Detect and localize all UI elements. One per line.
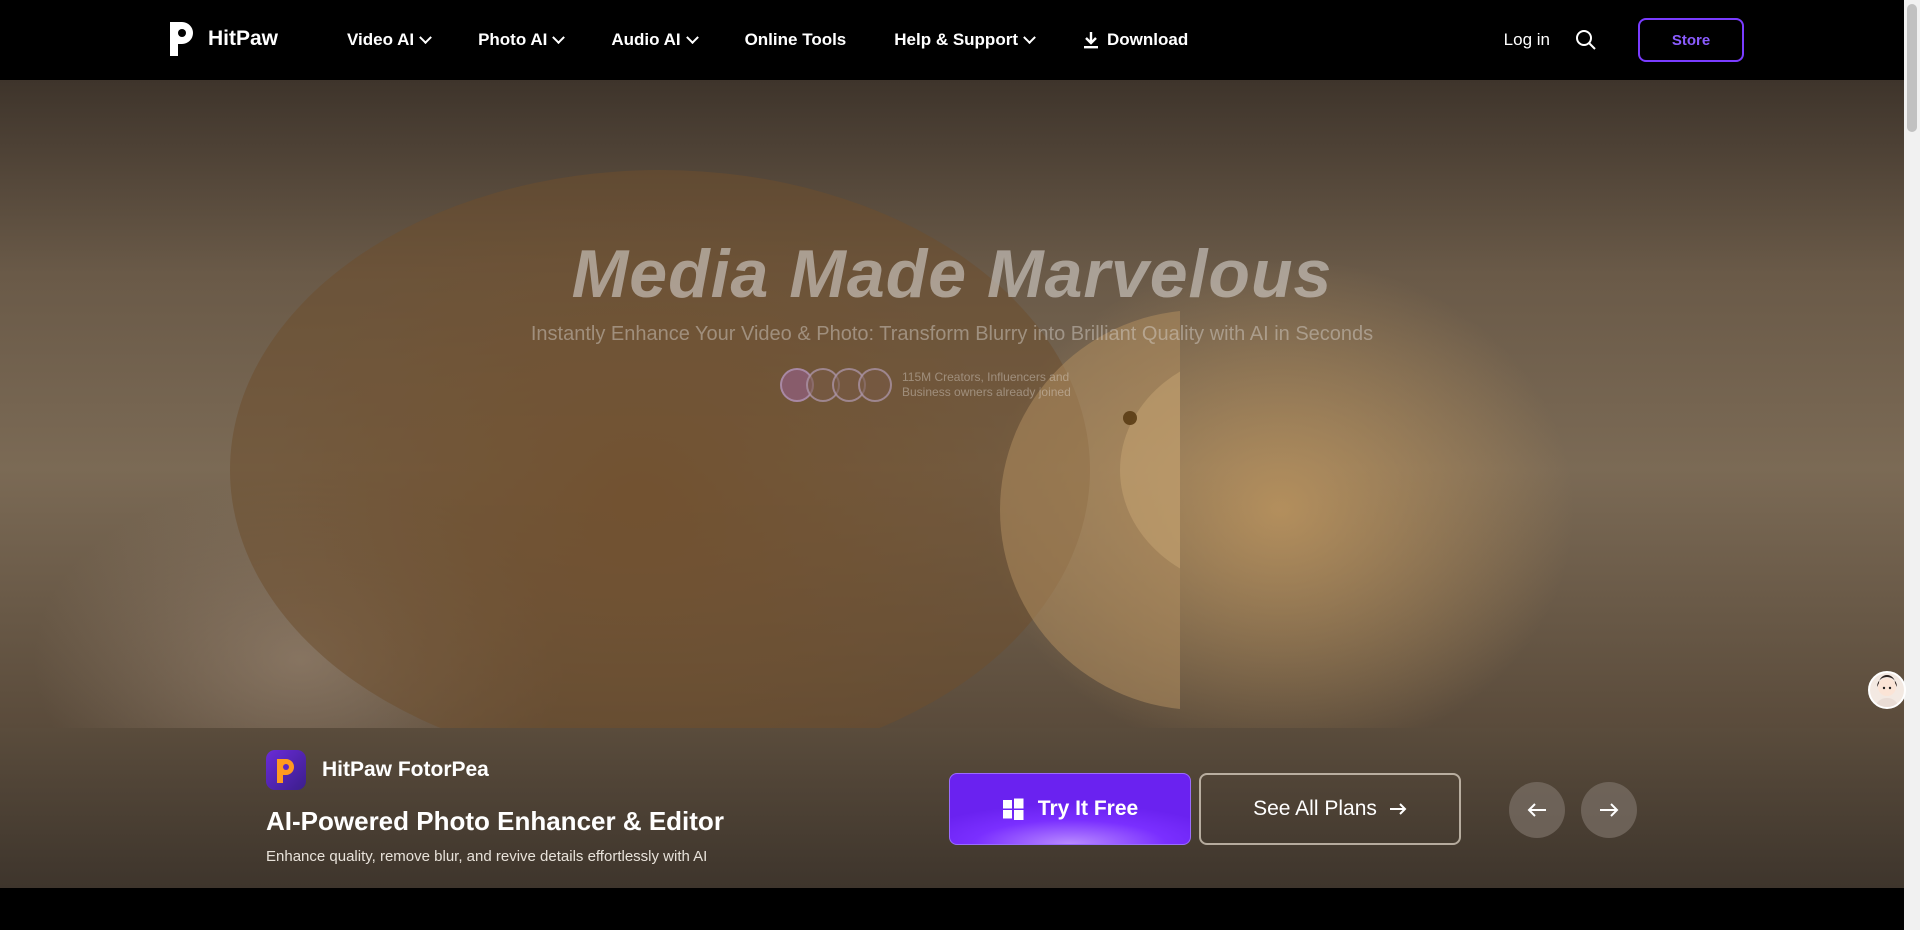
avatar-group [780, 368, 892, 402]
nav-video-ai[interactable]: Video AI [347, 30, 432, 50]
main-nav: Video AI Photo AI Audio AI Online Tools … [347, 0, 1236, 80]
arrow-right-icon [1600, 803, 1619, 817]
nav-video-ai-label: Video AI [347, 30, 415, 49]
next-slide-button[interactable] [1581, 782, 1637, 838]
hero-subtitle: Instantly Enhance Your Video & Photo: Tr… [530, 323, 1374, 345]
nav-photo-ai[interactable]: Photo AI [478, 30, 566, 50]
product-description: Enhance quality, remove blur, and revive… [266, 848, 708, 865]
top-navigation-bar: HitPaw Video AI Photo AI Audio AI Online… [0, 0, 1904, 80]
try-it-free-label: Try It Free [1037, 797, 1139, 820]
nav-help-support[interactable]: Help & Support [894, 30, 1036, 50]
arrow-right-icon [1389, 803, 1407, 815]
product-bar: HitPaw FotorPea AI-Powered Photo Enhance… [0, 728, 1904, 888]
chevron-down-icon [1023, 30, 1036, 44]
login-link[interactable]: Log in [1504, 30, 1550, 50]
fotorpea-app-icon [266, 750, 306, 790]
hitpaw-logo-icon [166, 18, 198, 60]
hero-title: Media Made Marvelous [571, 236, 1333, 312]
chevron-down-icon [685, 30, 699, 44]
windows-icon [1002, 798, 1024, 820]
hero-banner: Media Made Marvelous Instantly Enhance Y… [0, 80, 1904, 728]
scrollbar-thumb[interactable] [1907, 4, 1917, 132]
brand-name: HitPaw [208, 27, 279, 50]
support-chat-avatar[interactable] [1868, 671, 1906, 709]
chevron-down-icon [419, 30, 432, 44]
search-icon[interactable] [1574, 28, 1598, 52]
see-all-plans-label: See All Plans [1253, 797, 1377, 820]
see-all-plans-button[interactable]: See All Plans [1199, 773, 1461, 845]
nav-help-support-label: Help & Support [894, 30, 1018, 49]
page-scrollbar[interactable] [1904, 0, 1920, 930]
try-it-free-button[interactable]: Try It Free [949, 773, 1191, 845]
nav-photo-ai-label: Photo AI [478, 30, 548, 49]
nav-online-tools-label: Online Tools [744, 30, 847, 49]
chevron-down-icon [552, 30, 566, 44]
creators-badge: 115M Creators, Influencers and Business … [780, 368, 1082, 402]
product-name: HitPaw FotorPea [322, 758, 489, 781]
account-area: Log in Store [1504, 0, 1744, 80]
nav-download[interactable]: Download [1082, 30, 1188, 50]
avatar [858, 368, 892, 402]
product-headline: AI-Powered Photo Enhancer & Editor [266, 806, 724, 836]
nav-audio-ai[interactable]: Audio AI [611, 30, 699, 50]
arrow-left-icon [1527, 803, 1546, 817]
previous-slide-button[interactable] [1509, 782, 1565, 838]
download-icon [1083, 32, 1098, 49]
nav-download-label: Download [1106, 30, 1189, 49]
assistant-avatar-icon [1876, 675, 1898, 707]
hitpaw-logo[interactable]: HitPaw [166, 18, 278, 60]
nav-audio-ai-label: Audio AI [611, 30, 681, 49]
store-button[interactable]: Store [1638, 18, 1744, 62]
nav-online-tools[interactable]: Online Tools [745, 30, 847, 50]
creators-text: 115M Creators, Influencers and Business … [902, 370, 1071, 399]
